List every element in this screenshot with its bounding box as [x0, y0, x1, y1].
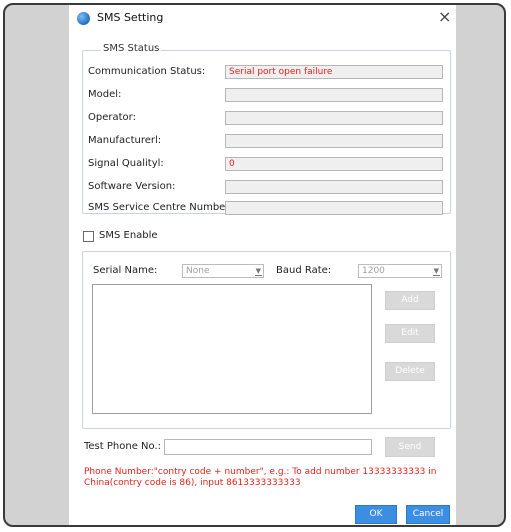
close-icon[interactable]: × [438, 8, 451, 26]
baud-rate-select[interactable]: 1200 ▼ [358, 264, 442, 278]
sms-setting-app-icon [77, 12, 90, 25]
title-bar: SMS Setting × [69, 5, 456, 31]
serial-name-label: Serial Name: [93, 265, 158, 276]
manufacturer-label: Manufacturerl: [88, 135, 162, 146]
cancel-button[interactable]: Cancel [406, 505, 450, 524]
software-version-field [225, 180, 443, 194]
edit-button[interactable]: Edit [385, 324, 435, 343]
baud-rate-value: 1200 [362, 266, 385, 276]
delete-button[interactable]: Delete [385, 362, 435, 381]
baud-rate-label: Baud Rate: [276, 265, 332, 276]
add-button[interactable]: Add [385, 291, 435, 310]
model-field [225, 88, 443, 102]
sms-enable-checkbox[interactable] [83, 231, 94, 242]
software-version-label: Software Version: [88, 181, 176, 192]
serial-port-list[interactable] [92, 284, 372, 414]
window-title: SMS Setting [97, 11, 164, 24]
sms-setting-dialog: SMS Setting × SMS Status Communication S… [69, 5, 456, 525]
screenshot-frame: SMS Setting × SMS Status Communication S… [3, 3, 506, 527]
operator-field [225, 111, 443, 125]
manufacturer-field [225, 134, 443, 148]
sms-enable-label: SMS Enable [99, 230, 158, 241]
serial-name-value: None [186, 266, 210, 276]
model-label: Model: [88, 89, 122, 100]
send-button[interactable]: Send [385, 437, 435, 457]
communication-status-label: Communication Status: [88, 66, 206, 77]
chevron-down-icon: ▼ [254, 267, 263, 276]
chevron-down-icon: ▼ [432, 267, 441, 276]
test-phone-label: Test Phone No.: [84, 441, 161, 452]
serial-name-select[interactable]: None ▼ [182, 264, 264, 278]
signal-quality-label: Signal Qualityl: [88, 158, 164, 169]
communication-status-field: Serial port open failure [225, 65, 443, 79]
service-centre-label: SMS Service Centre Number: [88, 202, 233, 213]
sms-status-legend: SMS Status [101, 43, 162, 54]
operator-label: Operator: [88, 112, 136, 123]
service-centre-field [225, 201, 443, 215]
phone-format-hint: Phone Number:"contry code + number", e.g… [84, 467, 437, 488]
ok-button[interactable]: OK [355, 505, 397, 524]
signal-quality-field: 0 [225, 157, 443, 171]
test-phone-input[interactable] [164, 439, 372, 455]
